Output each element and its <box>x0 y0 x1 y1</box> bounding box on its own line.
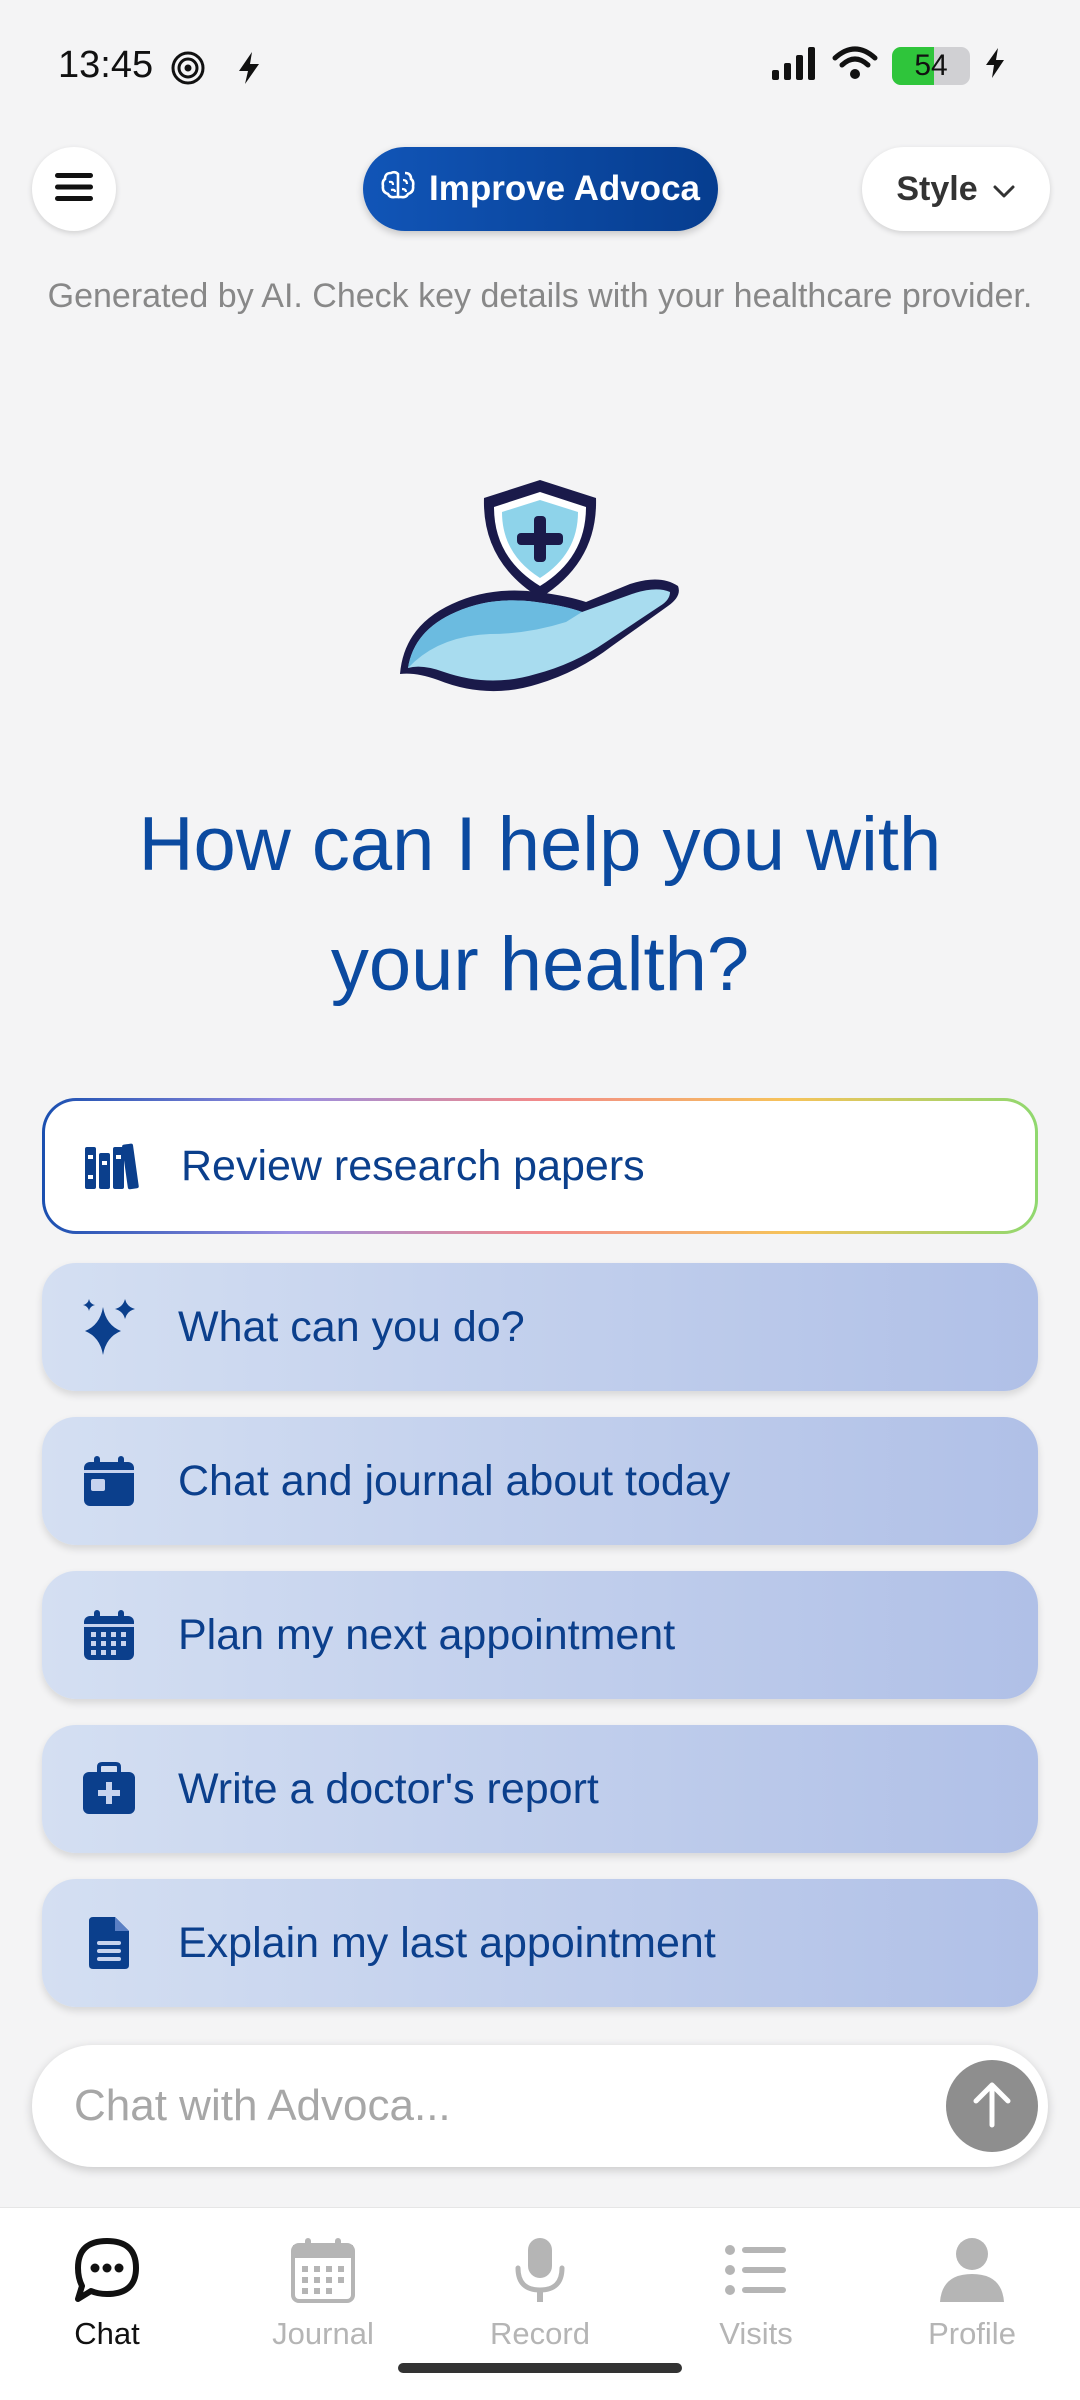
hamburger-menu-icon <box>54 171 94 208</box>
page-headline: How can I help you with your health? <box>80 785 1000 1025</box>
headline-line-2: your health? <box>330 922 750 1007</box>
chat-input-bar <box>32 2045 1048 2167</box>
books-icon <box>81 1135 143 1197</box>
calendar-day-icon <box>78 1450 140 1512</box>
nav-item-journal[interactable]: Journal <box>243 2236 403 2352</box>
style-dropdown[interactable]: Style <box>862 147 1050 231</box>
menu-button[interactable] <box>32 147 116 231</box>
journal-calendar-icon <box>289 2236 357 2312</box>
nav-label: Profile <box>928 2316 1016 2351</box>
shield-hand-logo-icon <box>398 476 682 700</box>
suggestion-explain-last-appointment[interactable]: Explain my last appointment <box>42 1879 1038 2007</box>
status-bar: 13:45 54 <box>0 0 1080 130</box>
sparkles-icon <box>78 1296 140 1358</box>
nav-item-visits[interactable]: Visits <box>676 2236 836 2352</box>
suggestion-chat-and-journal[interactable]: Chat and journal about today <box>42 1417 1038 1545</box>
status-left-icons <box>170 50 262 91</box>
home-indicator <box>398 2363 682 2373</box>
suggestion-label: Chat and journal about today <box>178 1456 731 1505</box>
suggestion-what-can-you-do[interactable]: What can you do? <box>42 1263 1038 1391</box>
microphone-icon <box>506 2236 574 2312</box>
status-time: 13:45 <box>58 44 154 86</box>
suggestion-label: What can you do? <box>178 1302 525 1351</box>
charging-icon <box>984 47 1006 84</box>
nav-item-profile[interactable]: Profile <box>892 2236 1052 2352</box>
suggestion-label: Write a doctor's report <box>178 1764 599 1813</box>
nav-label: Record <box>490 2316 590 2351</box>
nav-item-chat[interactable]: Chat <box>27 2236 187 2352</box>
improve-advoca-label: Improve Advoca <box>428 169 700 208</box>
suggestion-label: Explain my last appointment <box>178 1918 716 1967</box>
nav-label: Journal <box>272 2316 374 2351</box>
medical-bag-icon <box>78 1758 140 1820</box>
chat-input[interactable] <box>74 2045 924 2167</box>
improve-advoca-button[interactable]: Improve Advoca <box>363 147 718 231</box>
headline-line-1: How can I help you with <box>138 802 942 887</box>
calendar-grid-icon <box>78 1604 140 1666</box>
suggestion-write-doctors-report[interactable]: Write a doctor's report <box>42 1725 1038 1853</box>
person-icon <box>938 2236 1006 2312</box>
style-label: Style <box>896 169 978 208</box>
signal-icon <box>770 46 818 85</box>
nav-label: Visits <box>719 2316 793 2351</box>
suggestion-label: Review research papers <box>181 1141 645 1190</box>
brain-icon <box>381 169 415 209</box>
wifi-icon <box>832 46 878 85</box>
chat-bubble-icon <box>72 2236 142 2312</box>
send-button[interactable] <box>946 2060 1038 2152</box>
battery-level: 54 <box>914 48 948 82</box>
battery-indicator: 54 <box>892 46 970 85</box>
nav-item-record[interactable]: Record <box>460 2236 620 2352</box>
spiral-icon <box>170 50 206 91</box>
suggestion-label: Plan my next appointment <box>178 1610 676 1659</box>
suggestion-primary-inner: Review research papers <box>45 1101 1035 1231</box>
suggestion-review-research-papers[interactable]: Review research papers <box>42 1098 1038 1234</box>
ai-disclaimer: Generated by AI. Check key details with … <box>47 277 1033 315</box>
arrow-up-icon <box>970 2079 1014 2134</box>
nav-label: Chat <box>74 2316 140 2351</box>
flash-icon <box>236 51 262 90</box>
status-right-icons: 54 <box>770 46 1006 85</box>
suggestion-plan-appointment[interactable]: Plan my next appointment <box>42 1571 1038 1699</box>
document-icon <box>78 1912 140 1974</box>
list-icon <box>722 2236 790 2312</box>
chevron-down-icon <box>992 170 1016 209</box>
